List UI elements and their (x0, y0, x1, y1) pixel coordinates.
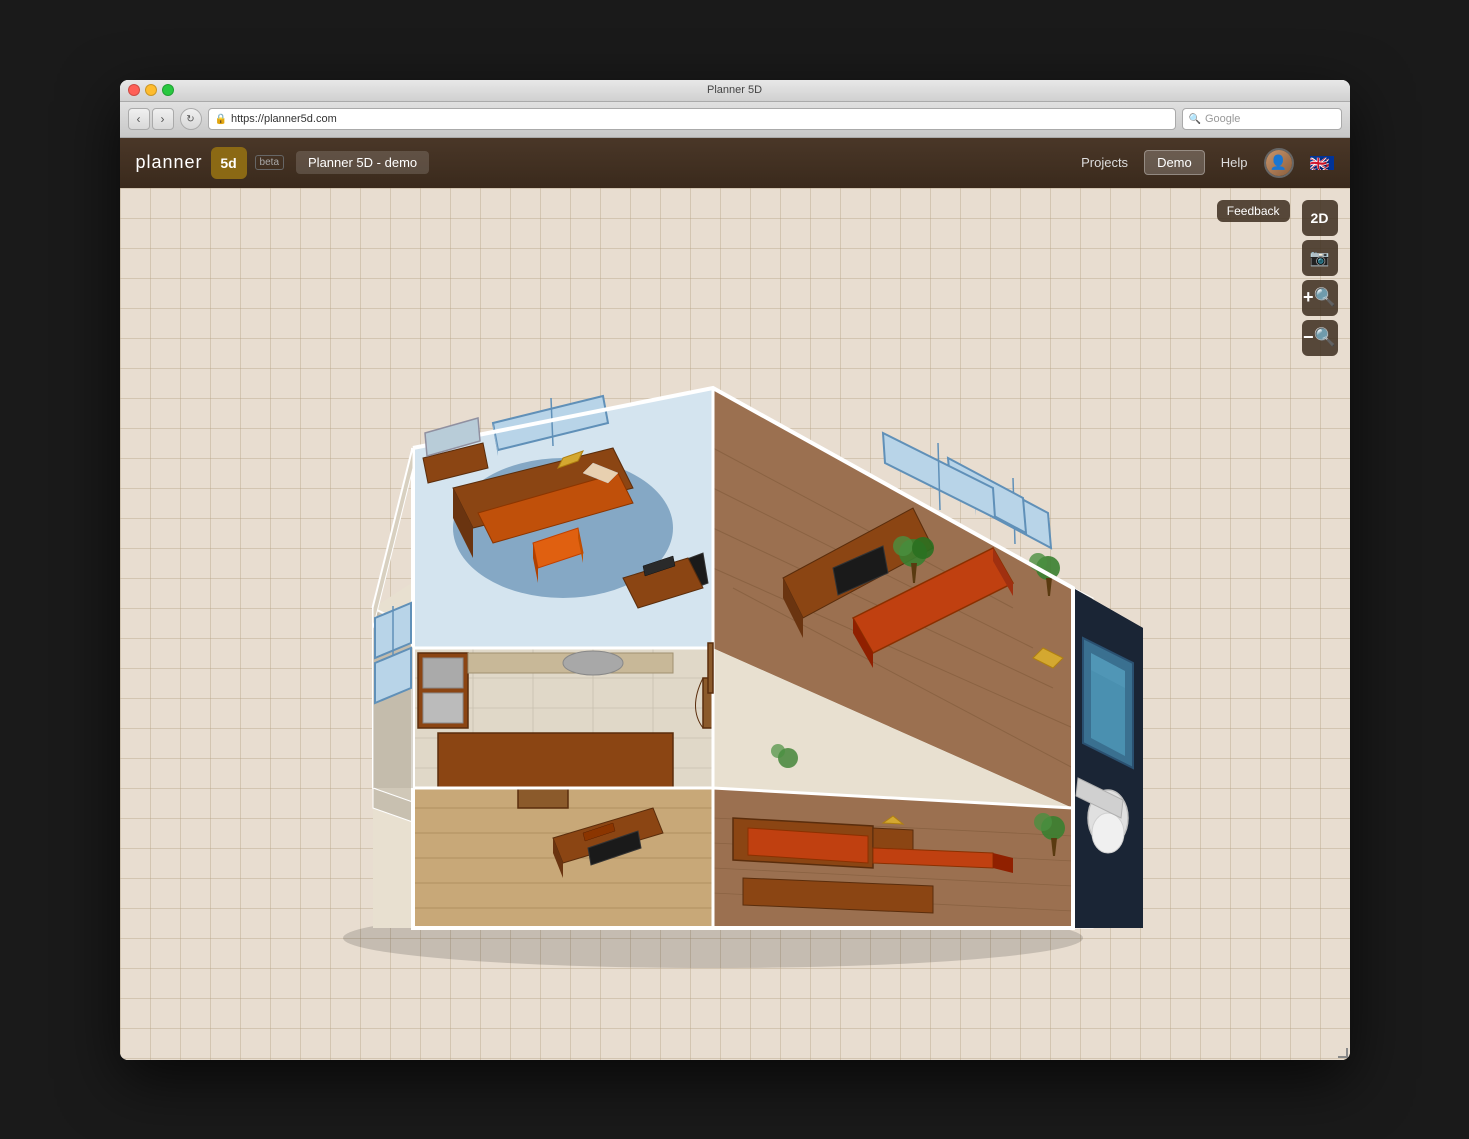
window-title: Planner 5D (707, 84, 762, 96)
help-nav-item[interactable]: Help (1221, 155, 1248, 170)
app-header: planner 5d beta Planner 5D - demo Projec… (120, 138, 1350, 188)
language-flag[interactable]: 🇬🇧 (1310, 156, 1334, 170)
window-controls (128, 84, 174, 96)
logo-icon: 5d (211, 147, 247, 179)
browser-chrome: ‹ › ↻ 🔒 https://planner5d.com 🔍 Google (120, 102, 1350, 138)
canvas-area[interactable]: Feedback 2D 📷 +🔍 −🔍 (120, 188, 1350, 1060)
url-text: https://planner5d.com (231, 113, 337, 125)
search-icon: 🔍 (1189, 114, 1201, 125)
reload-button[interactable]: ↻ (180, 108, 202, 130)
feedback-button[interactable]: Feedback (1217, 200, 1290, 222)
search-bar[interactable]: 🔍 Google (1182, 108, 1342, 130)
beta-label: beta (255, 155, 284, 170)
header-nav: Projects Demo Help 👤 🇬🇧 (1081, 148, 1333, 178)
view-2d-label: 2D (1311, 210, 1329, 226)
zoom-out-button[interactable]: −🔍 (1302, 320, 1338, 356)
avatar-image: 👤 (1266, 150, 1292, 176)
demo-nav-item[interactable]: Demo (1144, 150, 1205, 175)
view-2d-button[interactable]: 2D (1302, 200, 1338, 236)
zoom-in-button[interactable]: +🔍 (1302, 280, 1338, 316)
forward-button[interactable]: › (152, 108, 174, 130)
maximize-button[interactable] (162, 84, 174, 96)
screenshot-button[interactable]: 📷 (1302, 240, 1338, 276)
projects-nav-item[interactable]: Projects (1081, 155, 1128, 170)
logo-badge: 5d (220, 155, 236, 171)
right-toolbar: 2D 📷 +🔍 −🔍 (1302, 200, 1338, 356)
minimize-button[interactable] (145, 84, 157, 96)
url-bar[interactable]: 🔒 https://planner5d.com (208, 108, 1176, 130)
project-name: Planner 5D - demo (308, 155, 417, 170)
main-content: Feedback 2D 📷 +🔍 −🔍 (120, 188, 1350, 1060)
floor-plan (293, 288, 1143, 988)
search-placeholder: Google (1205, 113, 1240, 125)
nav-buttons: ‹ › (128, 108, 174, 130)
logo-text: planner (136, 152, 203, 173)
mac-window: Planner 5D ‹ › ↻ 🔒 https://planner5d.com… (120, 80, 1350, 1060)
lock-icon: 🔒 (215, 114, 227, 125)
title-bar: Planner 5D (120, 80, 1350, 102)
back-button[interactable]: ‹ (128, 108, 150, 130)
close-button[interactable] (128, 84, 140, 96)
project-name-pill[interactable]: Planner 5D - demo (296, 151, 429, 174)
logo-area: planner 5d beta (136, 147, 285, 179)
avatar[interactable]: 👤 (1264, 148, 1294, 178)
feedback-label: Feedback (1227, 204, 1280, 218)
resize-handle[interactable] (1338, 1048, 1350, 1060)
